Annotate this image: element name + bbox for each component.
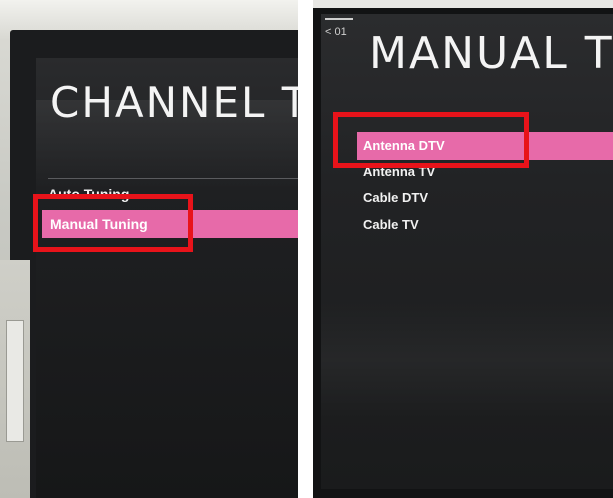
menu-title: MANUAL TUNI — [369, 28, 613, 79]
annotation-highlight-box — [333, 112, 529, 168]
sticker-label — [6, 320, 24, 442]
back-indicator-line — [325, 18, 353, 20]
left-tv-photo: CHANNEL TUN Auto Tuning Manual Tuning — [0, 0, 298, 498]
menu-title: CHANNEL TUN — [50, 78, 298, 127]
right-tv-photo: < 01 MANUAL TUNI Antenna DTV Antenna TV … — [313, 0, 613, 498]
back-button[interactable]: < 01 — [325, 26, 347, 38]
menu-item-cable-dtv[interactable]: Cable DTV — [363, 190, 428, 205]
screen-glare — [321, 300, 613, 420]
image-divider — [298, 0, 313, 498]
annotation-highlight-box — [33, 194, 193, 252]
menu-item-cable-tv[interactable]: Cable TV — [363, 217, 419, 232]
title-divider — [48, 178, 298, 179]
